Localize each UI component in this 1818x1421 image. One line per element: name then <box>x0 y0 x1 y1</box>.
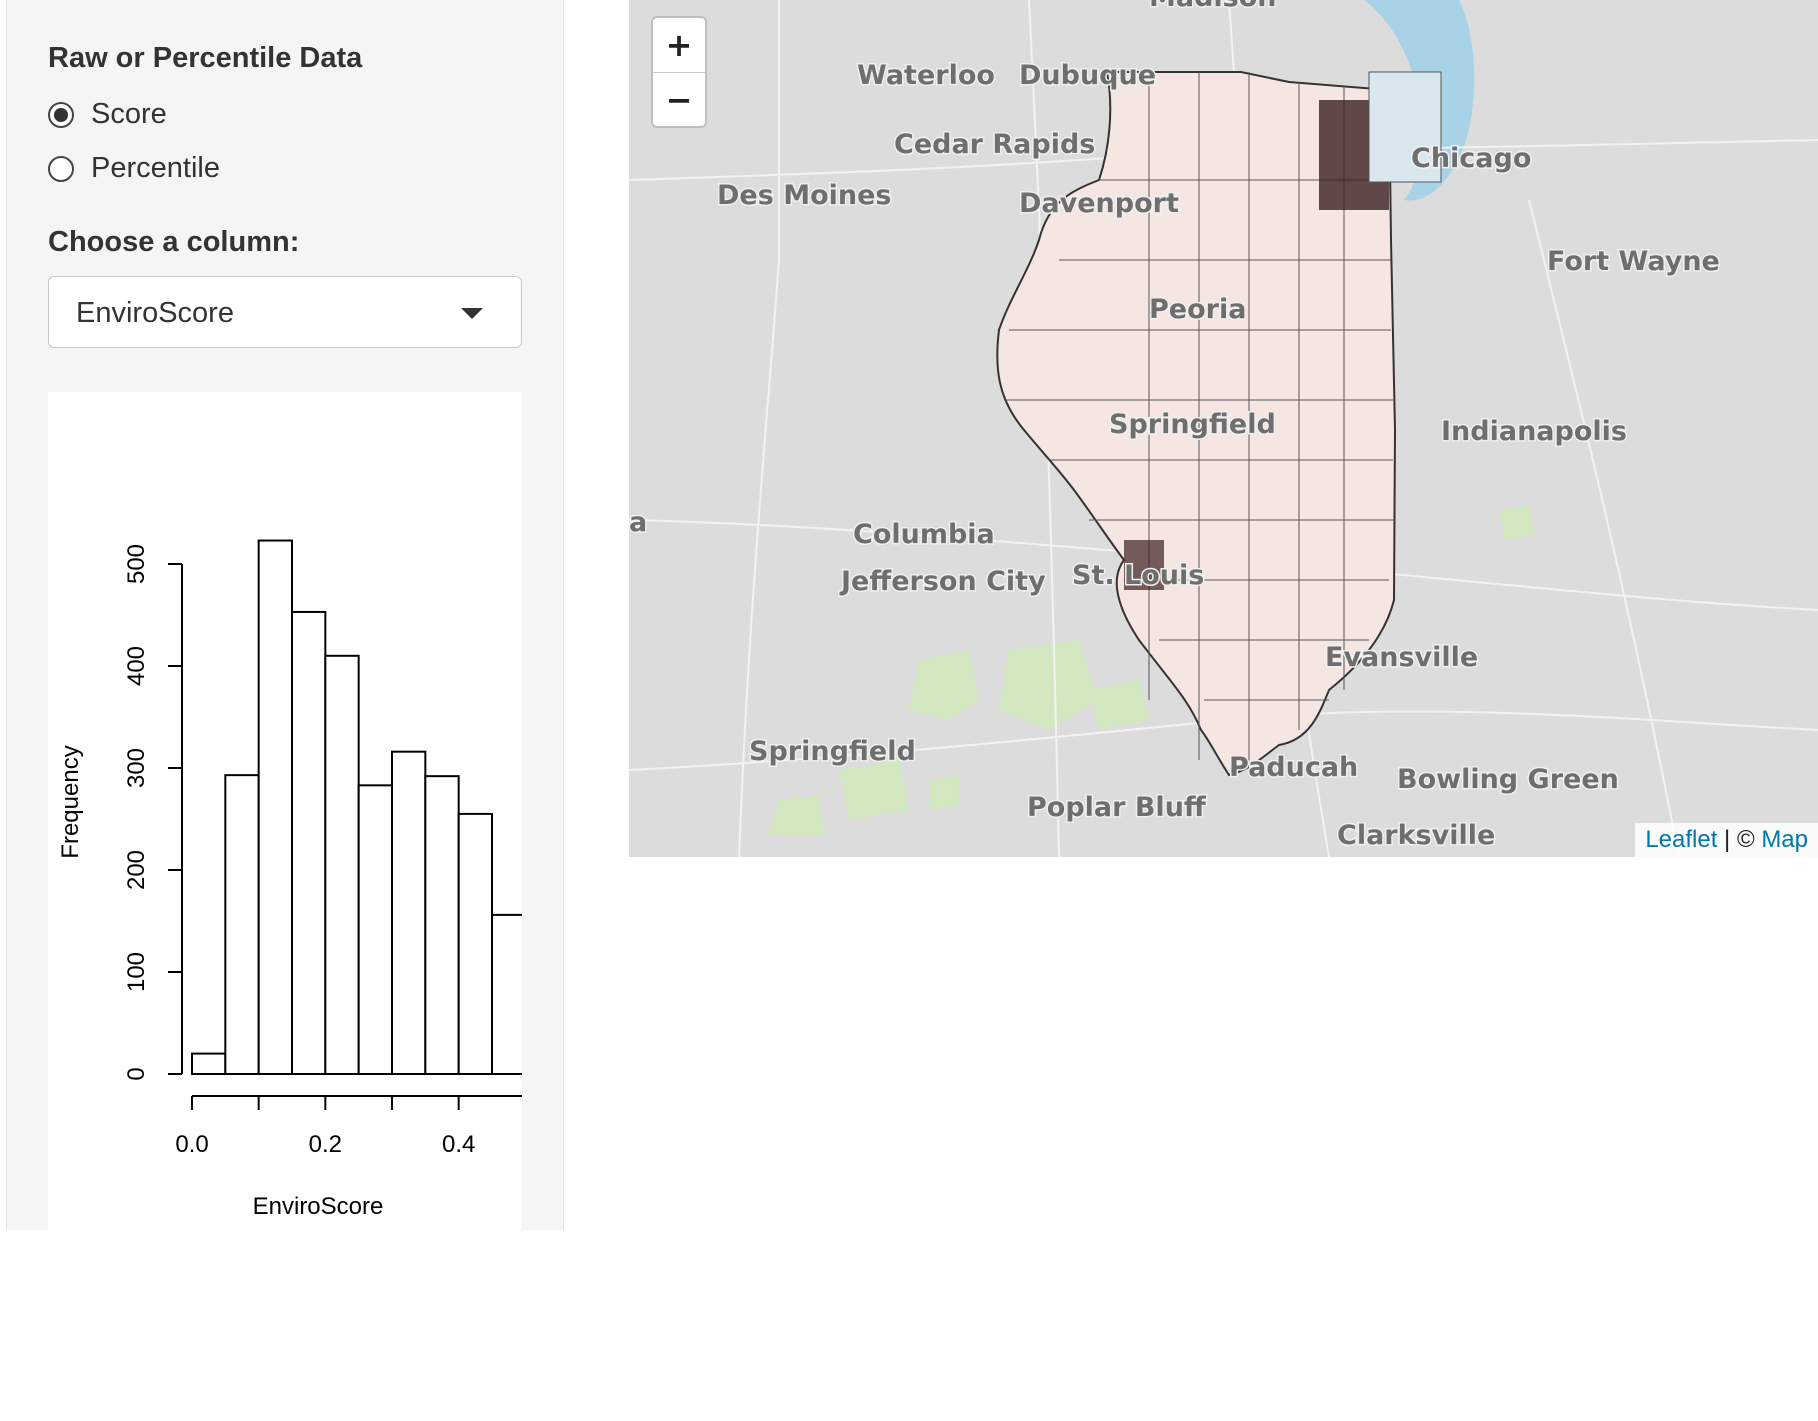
radio-score[interactable]: Score <box>48 98 167 131</box>
histogram-bar <box>357 784 393 1075</box>
data-type-label: Raw or Percentile Data <box>48 42 363 74</box>
city-label: a <box>629 507 647 538</box>
city-label: Indianapolis <box>1441 416 1627 447</box>
city-label: Davenport <box>1019 188 1179 219</box>
city-label: Madison <box>1149 0 1277 13</box>
city-label: Waterloo <box>857 60 995 91</box>
leaflet-link[interactable]: Leaflet <box>1645 826 1717 854</box>
city-label: Paducah <box>1229 752 1358 783</box>
histogram-bar <box>491 913 527 1075</box>
map-attribution: Leaflet | © Map <box>1635 823 1818 857</box>
zoom-in-button[interactable]: + <box>653 18 705 73</box>
y-axis-title: Frequency <box>57 745 84 858</box>
histogram-bar <box>291 610 327 1075</box>
column-select-value: EnviroScore <box>76 297 234 329</box>
city-label: Fort Wayne <box>1547 246 1720 277</box>
park-area <box>909 650 979 720</box>
radio-percentile-label: Percentile <box>91 152 220 184</box>
city-label: Evansville <box>1325 642 1478 673</box>
x-tick-label: 0.4 <box>442 1131 475 1158</box>
map-source-link[interactable]: Map <box>1761 826 1808 854</box>
histogram-bar <box>457 812 493 1075</box>
city-label: Peoria <box>1149 294 1246 325</box>
y-tick-label: 0 <box>123 1067 150 1080</box>
x-tick-label: 0.2 <box>309 1131 342 1158</box>
histogram-panel: 01002003004005000.00.20.40.6EnviroScoreF… <box>48 392 627 1230</box>
y-tick-label: 100 <box>123 952 150 992</box>
sidebar-panel: Raw or Percentile Data Score Percentile … <box>6 0 627 1230</box>
radio-percentile-circle[interactable] <box>48 155 74 182</box>
city-label: Clarksville <box>1337 820 1495 851</box>
radio-score-circle[interactable] <box>48 101 74 128</box>
y-tick-label: 400 <box>123 646 150 686</box>
x-axis-title: EnviroScore <box>253 1193 384 1220</box>
histogram-bar <box>424 775 460 1075</box>
y-tick-label: 300 <box>123 748 150 788</box>
radio-score-label: Score <box>91 98 167 130</box>
map-tiles: Madison Waterloo Dubuque Cedar Rapids De… <box>629 0 1818 857</box>
park-area <box>839 760 909 820</box>
histogram-bar <box>391 750 427 1075</box>
column-select-label: Choose a column: <box>48 226 300 258</box>
radio-percentile[interactable]: Percentile <box>48 152 220 185</box>
city-label: Springfield <box>749 736 916 767</box>
park-area <box>1499 505 1534 540</box>
histogram-bar <box>191 1052 227 1075</box>
histogram-bar <box>224 774 260 1075</box>
leaflet-map[interactable]: Madison Waterloo Dubuque Cedar Rapids De… <box>629 0 1818 857</box>
city-label: Des Moines <box>717 180 891 211</box>
x-tick-label: 0.0 <box>175 1131 208 1158</box>
radio-selected-dot <box>54 107 68 122</box>
y-tick-label: 200 <box>123 850 150 890</box>
zoom-control: + − <box>651 16 707 128</box>
city-label: Chicago <box>1411 143 1531 174</box>
park-area <box>769 795 824 835</box>
y-tick-label: 500 <box>123 544 150 584</box>
city-label: Columbia <box>853 519 995 550</box>
city-label: St. Louis <box>1072 560 1204 591</box>
city-label: Jefferson City <box>839 566 1046 597</box>
city-label: Bowling Green <box>1397 764 1619 795</box>
city-label: Cedar Rapids <box>894 129 1095 160</box>
caret-down-icon[interactable] <box>461 308 483 319</box>
zoom-out-button[interactable]: − <box>653 73 705 127</box>
column-select[interactable]: EnviroScore <box>48 276 522 348</box>
park-area <box>1089 680 1149 730</box>
histogram-chart: 01002003004005000.00.20.40.6EnviroScoreF… <box>57 539 627 1220</box>
city-label: Poplar Bluff <box>1027 792 1207 823</box>
park-area <box>929 775 959 810</box>
city-label: Springfield <box>1109 409 1276 440</box>
histogram-bar <box>257 539 294 1076</box>
attribution-separator: | © <box>1717 826 1762 853</box>
city-label: Dubuque <box>1019 60 1156 91</box>
histogram-bar <box>324 654 360 1075</box>
park-area <box>999 640 1099 730</box>
